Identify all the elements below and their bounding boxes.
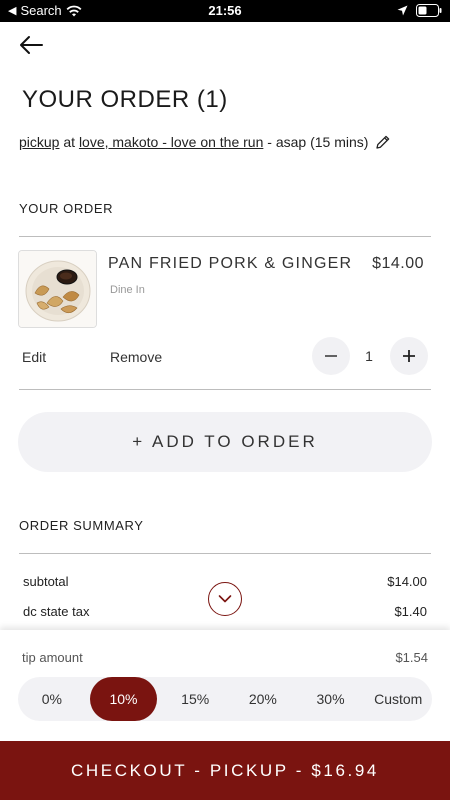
order-mode-link[interactable]: pickup <box>19 134 59 150</box>
summary-label: dc state tax <box>23 604 90 619</box>
summary-label: subtotal <box>23 574 69 589</box>
page-title: YOUR ORDER (1) <box>22 86 228 113</box>
location-arrow-icon <box>397 5 408 16</box>
summary-value: $1.40 <box>394 604 427 619</box>
checkout-button[interactable]: CHECKOUT - PICKUP - $16.94 <box>0 741 450 800</box>
quantity-value: 1 <box>365 348 373 364</box>
tip-panel: tip amount $1.54 0% 10% 15% 20% 30% Cust… <box>0 630 450 742</box>
tip-label: tip amount <box>22 650 83 665</box>
your-order-heading: YOUR ORDER <box>19 201 114 216</box>
tip-option-custom[interactable]: Custom <box>364 677 432 721</box>
summary-value: $14.00 <box>387 574 427 589</box>
status-time: 21:56 <box>208 3 242 18</box>
decrement-quantity-button[interactable] <box>312 337 350 375</box>
tip-option-10[interactable]: 10% <box>89 677 158 721</box>
remove-item-link[interactable]: Remove <box>110 349 162 365</box>
item-name: PAN FRIED PORK & GINGER <box>108 255 353 272</box>
arrow-left-icon <box>20 36 43 54</box>
tip-option-0[interactable]: 0% <box>18 677 86 721</box>
add-to-order-button[interactable]: + ADD TO ORDER <box>18 412 432 472</box>
battery-icon <box>416 4 442 17</box>
divider <box>19 389 431 390</box>
expand-summary-button[interactable] <box>208 582 242 616</box>
plus-icon <box>403 350 415 362</box>
tip-options: 0% 10% 15% 20% 30% Custom <box>18 677 432 721</box>
increment-quantity-button[interactable] <box>390 337 428 375</box>
item-price: $14.00 <box>372 255 424 272</box>
minus-icon <box>325 355 337 357</box>
order-location-link[interactable]: love, makoto - love on the run <box>79 134 263 150</box>
status-bar: ◀ Search 21:56 <box>0 0 450 22</box>
divider <box>19 553 431 554</box>
order-timing: - asap (15 mins) <box>267 134 369 150</box>
item-modifier: Dine In <box>110 284 145 296</box>
tip-amount: $1.54 <box>395 650 428 665</box>
tip-option-30[interactable]: 30% <box>297 677 365 721</box>
pencil-icon[interactable] <box>375 134 391 150</box>
divider <box>19 236 431 237</box>
dumplings-image <box>19 251 96 327</box>
back-button[interactable] <box>18 32 48 58</box>
chevron-down-icon <box>218 595 232 603</box>
order-meta-at: at <box>63 134 76 150</box>
item-image <box>18 250 97 328</box>
tip-option-15[interactable]: 15% <box>161 677 229 721</box>
order-summary-heading: ORDER SUMMARY <box>19 518 144 533</box>
status-right <box>397 4 442 17</box>
order-meta: pickup at love, makoto - love on the run… <box>19 134 391 150</box>
tip-option-20[interactable]: 20% <box>229 677 297 721</box>
edit-item-link[interactable]: Edit <box>22 349 46 365</box>
